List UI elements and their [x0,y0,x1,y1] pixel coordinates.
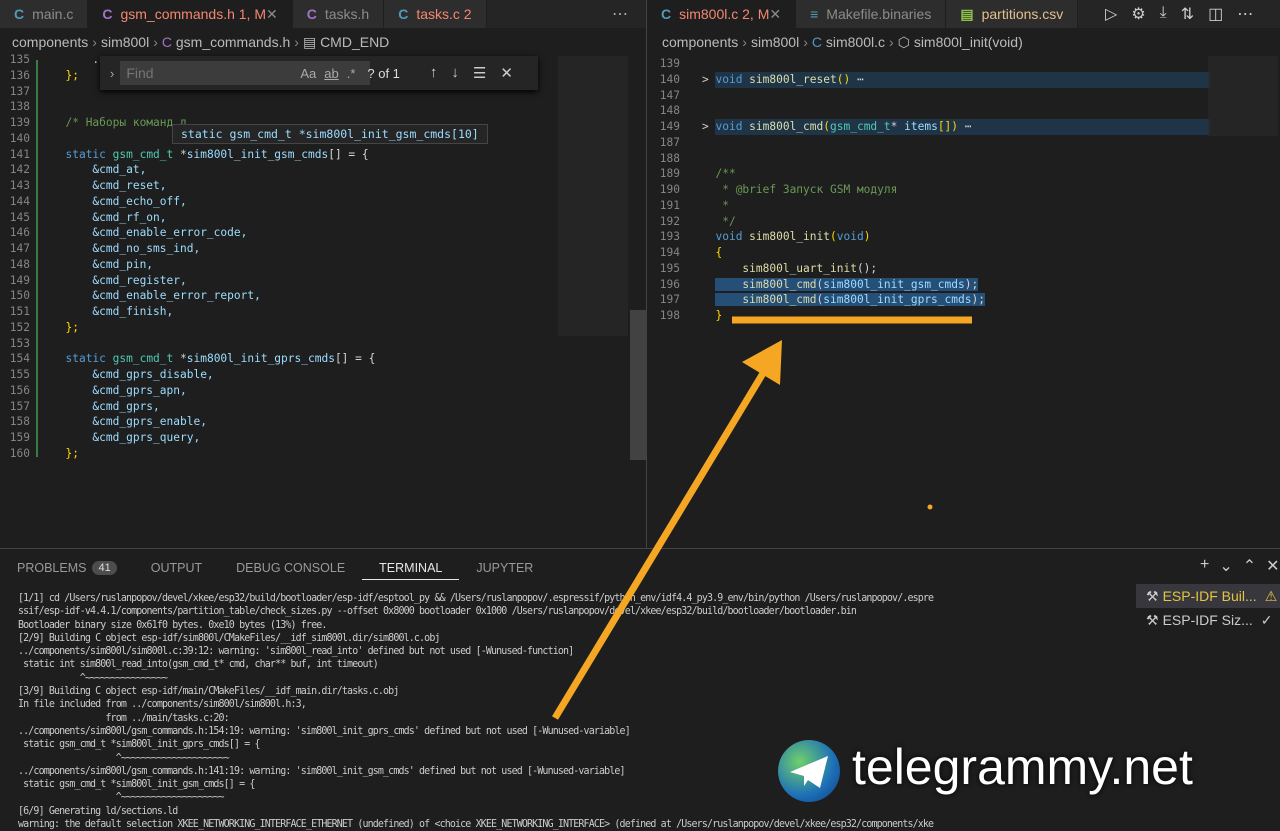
telegram-globe-logo [778,740,840,802]
arrow-shaft [552,368,768,720]
paper-plane-icon [790,756,828,788]
annotation-arrow [552,316,972,720]
watermark-text: telegrammy.net [852,739,1193,795]
dot-mark [927,504,933,510]
